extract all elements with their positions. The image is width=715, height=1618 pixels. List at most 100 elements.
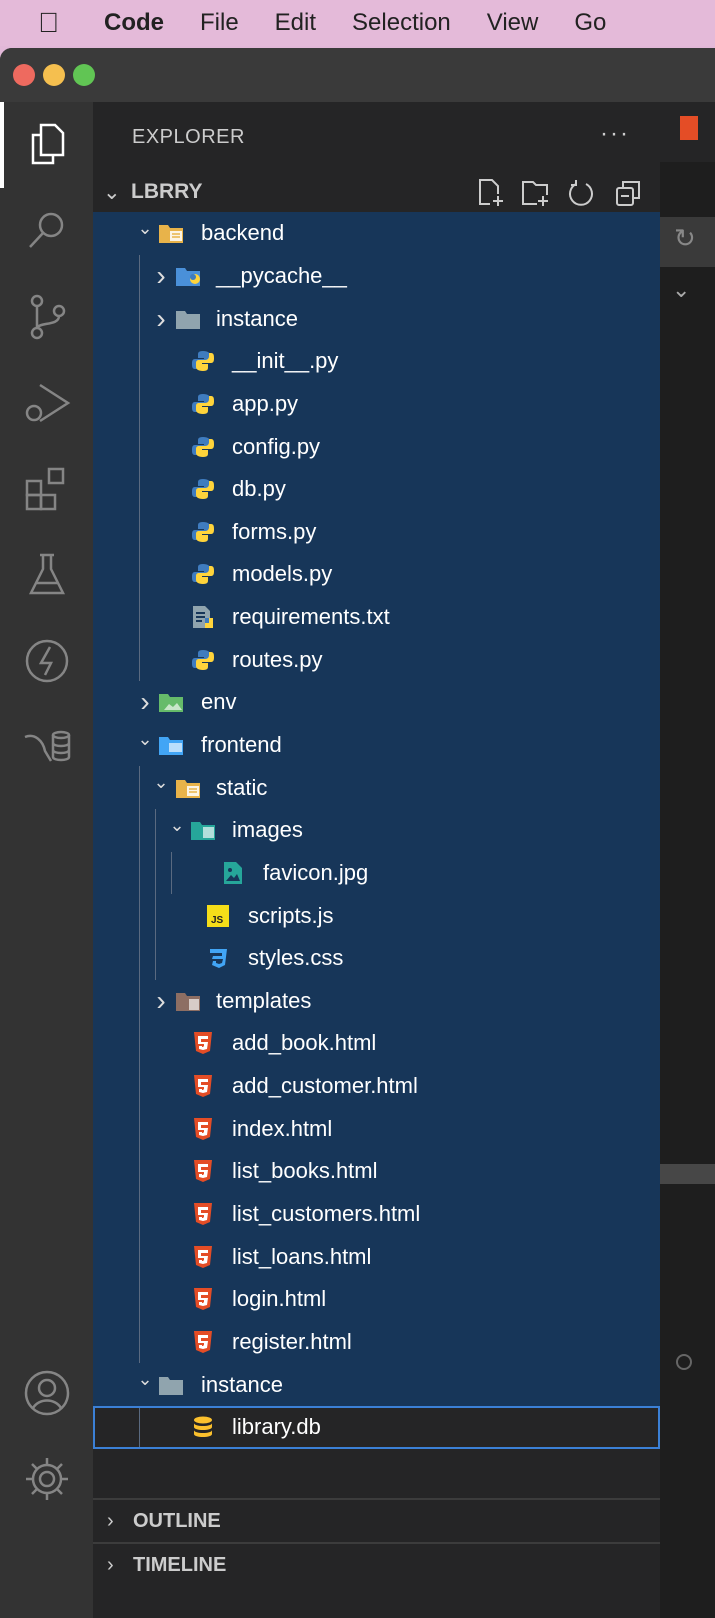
database-extension-icon[interactable] <box>0 704 93 790</box>
editor-tab[interactable] <box>660 102 715 162</box>
tree-file-register-html[interactable]: register.html <box>93 1321 660 1364</box>
tree-file-list-loans-html[interactable]: list_loans.html <box>93 1235 660 1278</box>
tree-file-styles-css[interactable]: styles.css <box>93 937 660 980</box>
folder-env-icon <box>158 690 184 714</box>
menu-go[interactable]: Go <box>574 9 606 37</box>
tree-folder-env[interactable]: › env <box>93 681 660 724</box>
apple-icon[interactable]:  <box>38 7 68 39</box>
outline-label: OUTLINE <box>133 1509 221 1532</box>
tree-file-init-py[interactable]: __init__.py <box>93 340 660 383</box>
tree-item-label: favicon.jpg <box>263 859 369 885</box>
html-icon <box>190 1202 216 1226</box>
tree-file-index-html[interactable]: index.html <box>93 1107 660 1150</box>
chevron-down-icon[interactable]: ⌄ <box>137 218 153 239</box>
timeline-panel-header[interactable]: › TIMELINE <box>93 1542 660 1586</box>
settings-gear-icon[interactable] <box>0 1436 93 1522</box>
tree-file-models-py[interactable]: models.py <box>93 553 660 596</box>
lightning-icon[interactable] <box>0 618 93 704</box>
tree-folder-pycache[interactable]: › __pycache__ <box>93 255 660 298</box>
tree-item-label: list_loans.html <box>232 1243 372 1269</box>
python-icon <box>190 520 216 544</box>
html-icon <box>190 1031 216 1055</box>
minimize-window-button[interactable] <box>43 64 65 86</box>
circle-indicator-icon <box>676 1354 692 1370</box>
tree-folder-templates[interactable]: › templates <box>93 980 660 1023</box>
tree-folder-backend[interactable]: ⌄ backend <box>93 212 660 255</box>
tree-file-scripts-js[interactable]: JS scripts.js <box>93 894 660 937</box>
tree-file-routes-py[interactable]: routes.py <box>93 638 660 681</box>
tree-item-label: add_book.html <box>232 1030 377 1056</box>
chevron-right-icon[interactable]: › <box>153 260 169 292</box>
scrollbar-thumb[interactable] <box>660 1164 715 1184</box>
testing-icon[interactable] <box>0 532 93 618</box>
explorer-icon[interactable] <box>0 102 93 188</box>
tree-file-forms-py[interactable]: forms.py <box>93 510 660 553</box>
explorer-header: EXPLORER ··· <box>93 102 660 172</box>
tree-item-label: __pycache__ <box>216 262 347 288</box>
explorer-title: EXPLORER <box>132 125 245 148</box>
chevron-right-icon[interactable]: › <box>153 985 169 1017</box>
tree-file-list-books-html[interactable]: list_books.html <box>93 1150 660 1193</box>
tree-file-db-py[interactable]: db.py <box>93 468 660 511</box>
tree-item-label: images <box>232 817 303 843</box>
activity-bar <box>0 102 93 1618</box>
menu-file[interactable]: File <box>200 9 239 37</box>
account-icon[interactable] <box>0 1350 93 1436</box>
tree-file-library-db[interactable]: library.db <box>93 1405 660 1449</box>
chevron-down-icon[interactable]: ⌄ <box>672 277 690 303</box>
tree-file-app-py[interactable]: app.py <box>93 383 660 426</box>
chevron-down-icon[interactable]: ⌄ <box>137 1369 153 1390</box>
refresh-icon[interactable]: ↻ <box>660 217 715 267</box>
python-icon <box>190 435 216 459</box>
vscode-window: EXPLORER ··· ⌄ LBRRY ⌄ backend › __pycache_… <box>0 48 715 1618</box>
outline-panel-header[interactable]: › OUTLINE <box>93 1498 660 1542</box>
tree-item-label: forms.py <box>232 518 317 544</box>
svg-text:JS: JS <box>211 915 224 926</box>
tree-folder-frontend[interactable]: ⌄ frontend <box>93 724 660 767</box>
tree-file-favicon-jpg[interactable]: favicon.jpg <box>93 852 660 895</box>
search-icon[interactable] <box>0 188 93 274</box>
chevron-down-icon[interactable]: ⌄ <box>103 180 131 205</box>
maximize-window-button[interactable] <box>73 64 95 86</box>
folder-frontend-icon <box>158 733 184 757</box>
run-debug-icon[interactable] <box>0 360 93 446</box>
requirements-icon <box>190 605 216 629</box>
source-control-icon[interactable] <box>0 274 93 360</box>
collapse-all-icon[interactable] <box>610 176 646 210</box>
workspace-root[interactable]: ⌄ LBRRY <box>93 172 660 212</box>
tree-folder-instance[interactable]: › instance <box>93 297 660 340</box>
refresh-icon[interactable] <box>564 176 600 210</box>
html-icon <box>190 1159 216 1183</box>
chevron-down-icon[interactable]: ⌄ <box>169 815 185 836</box>
tree-item-label: login.html <box>232 1286 327 1312</box>
chevron-right-icon[interactable]: › <box>153 303 169 335</box>
menu-selection[interactable]: Selection <box>352 9 451 37</box>
menu-app-name[interactable]: Code <box>104 9 164 37</box>
new-folder-icon[interactable] <box>518 176 554 210</box>
chevron-right-icon[interactable]: › <box>137 686 153 718</box>
tree-folder-static[interactable]: ⌄ static <box>93 766 660 809</box>
tree-item-label: scripts.js <box>248 902 334 928</box>
tree-item-label: frontend <box>201 731 282 757</box>
more-actions-icon[interactable]: ··· <box>600 120 630 148</box>
new-file-icon[interactable] <box>472 176 508 210</box>
chevron-down-icon[interactable]: ⌄ <box>137 729 153 750</box>
extensions-icon[interactable] <box>0 446 93 532</box>
css-icon <box>205 946 231 970</box>
tree-file-add-customer-html[interactable]: add_customer.html <box>93 1065 660 1108</box>
close-window-button[interactable] <box>13 64 35 86</box>
title-bar <box>0 48 715 102</box>
tree-file-add-book-html[interactable]: add_book.html <box>93 1022 660 1065</box>
html-icon <box>190 1117 216 1141</box>
tree-file-requirements-txt[interactable]: requirements.txt <box>93 596 660 639</box>
tree-item-label: styles.css <box>248 945 344 971</box>
chevron-right-icon: › <box>107 1553 114 1576</box>
tree-folder-images[interactable]: ⌄ images <box>93 809 660 852</box>
tree-file-config-py[interactable]: config.py <box>93 425 660 468</box>
tree-file-list-customers-html[interactable]: list_customers.html <box>93 1193 660 1236</box>
chevron-down-icon[interactable]: ⌄ <box>153 772 169 793</box>
tree-folder-instance[interactable]: ⌄ instance <box>93 1363 660 1406</box>
menu-view[interactable]: View <box>487 9 539 37</box>
tree-file-login-html[interactable]: login.html <box>93 1278 660 1321</box>
menu-edit[interactable]: Edit <box>275 9 316 37</box>
